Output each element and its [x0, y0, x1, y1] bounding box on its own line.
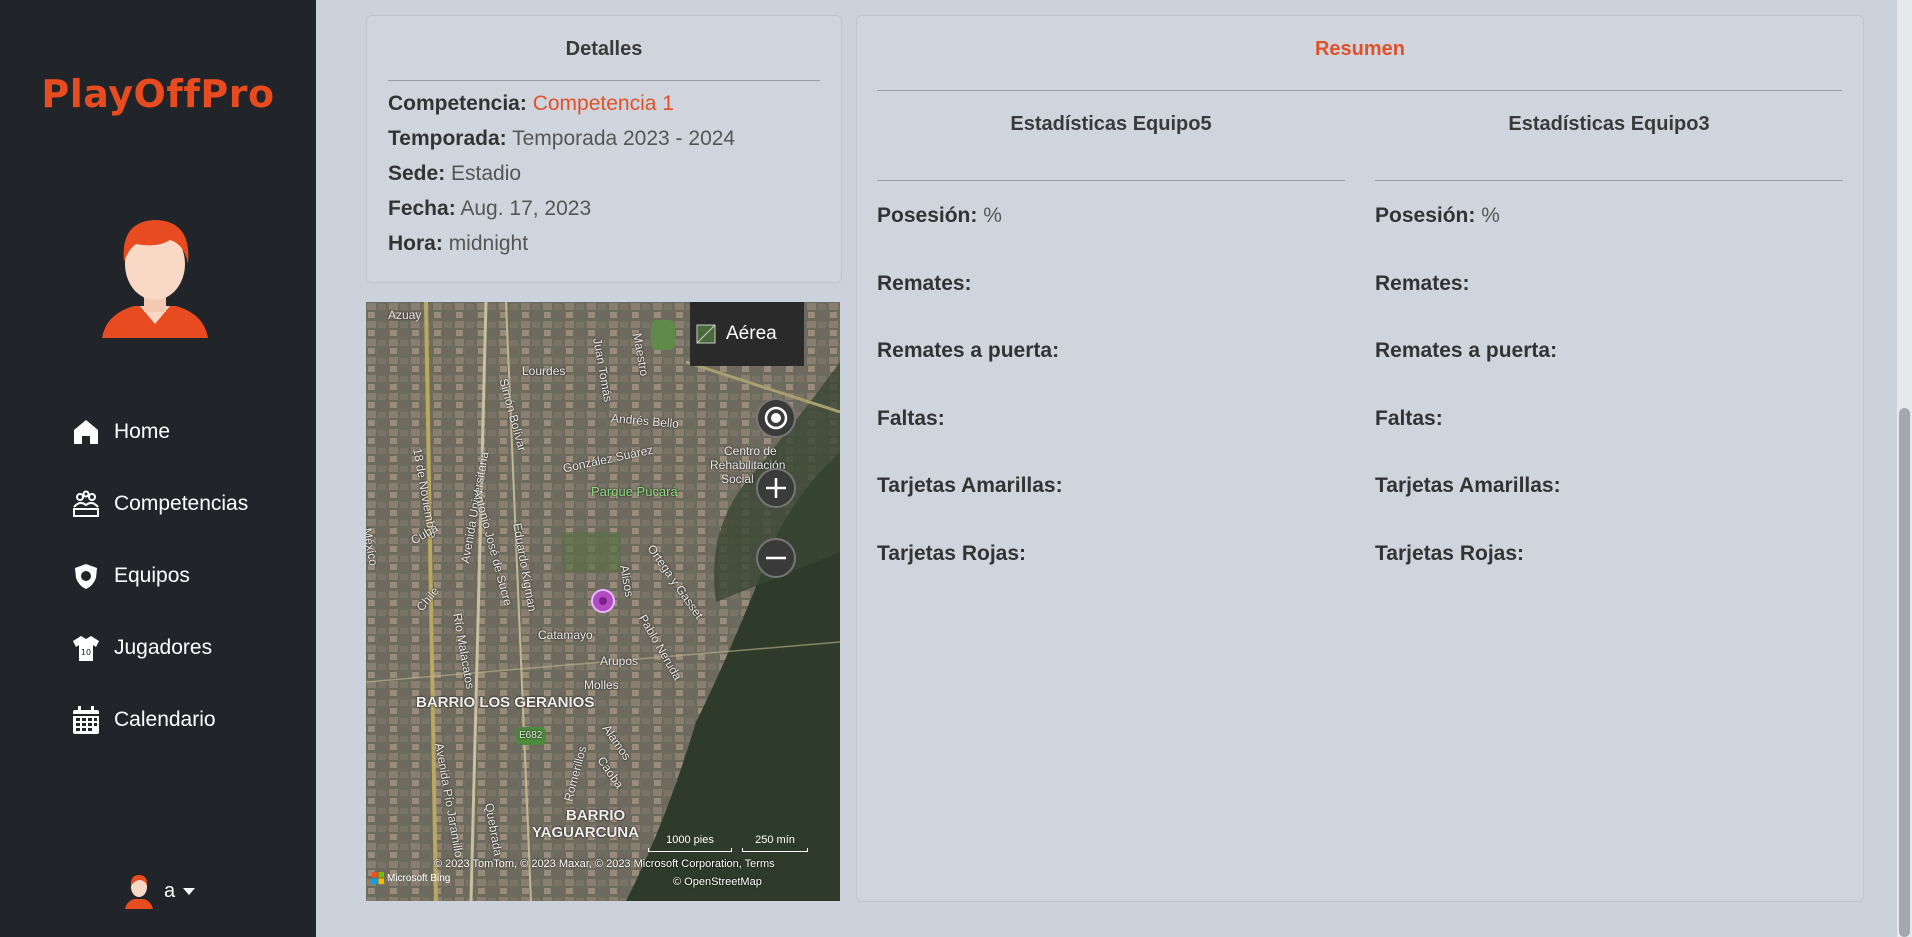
divider: [388, 80, 820, 81]
scale-feet-label: 1000 pies: [666, 834, 714, 846]
nav-label: Calendario: [114, 708, 216, 731]
team-stats-column: Estadísticas Equipo5 Posesión: % Remates…: [877, 106, 1345, 606]
map-label: Molles: [584, 678, 619, 692]
map-label: Azuay: [388, 308, 422, 322]
map-scale-meters: 250 mín: [742, 834, 808, 852]
fecha-value: Aug. 17, 2023: [460, 197, 592, 220]
stat-posesion: Posesión: %: [1375, 204, 1500, 227]
user-avatar-icon: [102, 220, 208, 338]
minus-icon: [766, 556, 786, 560]
fecha-label: Fecha:: [388, 197, 456, 220]
temporada-value: Temporada 2023 - 2024: [512, 127, 736, 150]
stat-tarjetas-amarillas: Tarjetas Amarillas:: [1375, 474, 1561, 497]
caret-down-icon: [183, 887, 196, 895]
nav-item-competencias[interactable]: Competencias: [70, 486, 248, 522]
hora-label: Hora:: [388, 232, 443, 255]
stat-faltas: Faltas:: [1375, 406, 1443, 430]
svg-text:10: 10: [81, 648, 91, 657]
bing-label: Microsoft Bing: [387, 872, 451, 884]
sidebar: PlayOffPro Home Competencias Equipos 10 …: [0, 0, 316, 937]
calendar-icon: [70, 704, 102, 736]
map-label: YAGUARCUNA: [532, 824, 639, 841]
map-label: Parque Pucará: [591, 484, 678, 499]
home-icon: [70, 416, 102, 448]
map-type-aerial-button[interactable]: Aérea: [690, 302, 804, 366]
team-stats-column: Estadísticas Equipo3 Posesión: % Remates…: [1375, 106, 1843, 606]
stat-remates: Remates:: [877, 271, 972, 295]
map-copyright[interactable]: © 2023 TomTom, © 2023 Maxar, © 2023 Micr…: [434, 858, 775, 870]
jersey-icon: 10: [70, 632, 102, 664]
stat-faltas: Faltas:: [877, 406, 945, 430]
competencia-label: Competencia:: [388, 92, 527, 115]
nav-label: Competencias: [114, 492, 249, 515]
detalles-card: Detalles Competencia: Competencia 1 Temp…: [366, 15, 842, 283]
nav-item-jugadores[interactable]: 10 Jugadores: [70, 630, 212, 666]
locate-icon: [764, 406, 788, 430]
map-label: Centro de: [724, 444, 777, 458]
stat-tarjetas-rojas: Tarjetas Rojas:: [877, 541, 1026, 565]
aerial-view-icon: [696, 324, 716, 344]
resumen-card: Resumen Estadísticas Equipo5 Posesión: %…: [856, 15, 1864, 902]
sede-value: Estadio: [451, 162, 522, 185]
nav-item-calendario[interactable]: Calendario: [70, 702, 216, 738]
map-label: Catamayo: [538, 628, 593, 642]
detalles-title: Detalles: [565, 38, 643, 60]
map-osm-credit[interactable]: © OpenStreetMap: [673, 876, 762, 888]
temporada-row: Temporada: Temporada 2023 - 2024: [388, 121, 735, 156]
team-stats-title: Estadísticas Equipo5: [1010, 113, 1212, 135]
road-shield-label: E682: [519, 730, 543, 741]
temporada-label: Temporada:: [388, 127, 507, 150]
sede-row: Sede: Estadio: [388, 156, 735, 191]
scale-meters-label: 250 mín: [755, 834, 795, 846]
brand-logo[interactable]: PlayOffPro: [0, 72, 316, 116]
hora-row: Hora: midnight: [388, 226, 735, 261]
fecha-row: Fecha: Aug. 17, 2023: [388, 191, 735, 226]
divider: [877, 90, 1842, 91]
nav-item-equipos[interactable]: Equipos: [70, 558, 190, 594]
hora-value: midnight: [448, 232, 529, 255]
competencia-row: Competencia: Competencia 1: [388, 86, 735, 121]
microsoft-logo-icon: [372, 872, 384, 884]
stat-tarjetas-amarillas: Tarjetas Amarillas:: [877, 474, 1063, 497]
nav-item-home[interactable]: Home: [70, 414, 170, 450]
equipos-icon: [70, 560, 102, 592]
page-scrollbar[interactable]: [1897, 0, 1912, 937]
map-label: Lourdes: [522, 364, 566, 378]
user-menu-toggle[interactable]: a: [124, 872, 196, 910]
stat-remates-a-puerta: Remates a puerta:: [1375, 339, 1558, 362]
map-type-label: Aérea: [726, 323, 777, 344]
zoom-out-button[interactable]: [756, 538, 796, 578]
map-view[interactable]: Azuay Lourdes 18 de Noviembre Simón Bolí…: [366, 302, 840, 901]
resumen-title: Resumen: [1314, 38, 1406, 60]
nav-label: Jugadores: [114, 636, 213, 659]
stat-remates: Remates:: [1375, 271, 1470, 295]
map-label: BARRIO: [566, 807, 626, 824]
nav-label: Equipos: [114, 564, 190, 587]
team-stats-title: Estadísticas Equipo3: [1508, 113, 1710, 135]
nav-label: Home: [114, 420, 171, 443]
map-label: Social: [721, 472, 754, 486]
competencia-link[interactable]: Competencia 1: [533, 92, 674, 115]
stat-tarjetas-rojas: Tarjetas Rojas:: [1375, 541, 1524, 565]
map-label: BARRIO LOS GERANIOS: [416, 694, 595, 711]
locate-me-button[interactable]: [756, 398, 796, 438]
scrollbar-thumb[interactable]: [1899, 408, 1910, 937]
map-scale-feet: 1000 pies: [648, 834, 732, 852]
sede-label: Sede:: [388, 162, 446, 185]
map-label: Arupos: [600, 654, 639, 668]
zoom-in-button[interactable]: [756, 468, 796, 508]
bing-logo: Microsoft Bing: [372, 872, 450, 884]
stat-remates-a-puerta: Remates a puerta:: [877, 339, 1060, 362]
user-name: a: [164, 879, 176, 902]
competencias-icon: [70, 488, 102, 520]
user-avatar-small-icon: [125, 875, 153, 909]
stat-posesion: Posesión: %: [877, 204, 1002, 227]
plus-icon: [766, 478, 786, 498]
